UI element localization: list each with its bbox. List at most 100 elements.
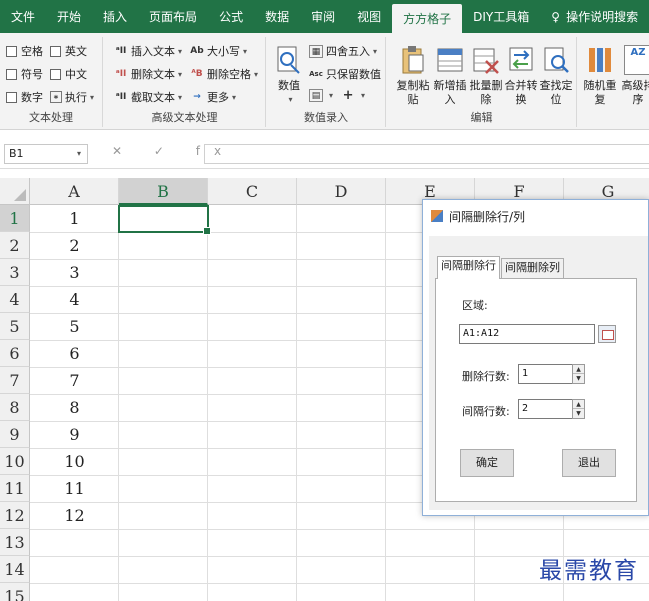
add-insert-button[interactable]: 新增插 入 (430, 39, 470, 107)
tab-data[interactable]: 数据 (254, 0, 300, 33)
ok-button[interactable]: 确定 (460, 449, 514, 477)
dialog-body: 间隔删除行 间隔删除列 区域: A1:A12 删除行数: 1 ▲ ▼ 间隔行数: … (429, 236, 648, 510)
tab-formulas[interactable]: 公式 (208, 0, 254, 33)
cell-a12[interactable]: 12 (30, 502, 119, 529)
tab-review[interactable]: 审阅 (300, 0, 346, 33)
range-picker-icon[interactable] (598, 325, 616, 343)
chevron-down-icon[interactable]: ▾ (329, 91, 333, 100)
interval-rows-input[interactable]: 2 (518, 399, 573, 419)
interval-rows-spinner[interactable]: ▲ ▼ (572, 399, 585, 419)
column-header-c[interactable]: C (208, 178, 297, 205)
numeric-value-label: 数值 (278, 79, 300, 92)
check-english[interactable]: 英文 (50, 43, 87, 59)
batch-delete-button[interactable]: 批量删 除 (466, 39, 506, 107)
delete-space-button[interactable]: ᴬB 删除空格 ▾ (190, 66, 258, 82)
chevron-down-icon: ▾ (90, 92, 95, 102)
cell-a2[interactable]: 2 (30, 232, 119, 259)
row-header-1[interactable]: 1 (0, 205, 30, 232)
checkbox-icon (6, 45, 17, 57)
check-chinese[interactable]: 中文 (50, 66, 87, 82)
round-button[interactable]: ▦ 四舍五入 ▾ (309, 43, 377, 59)
more-button[interactable]: → 更多 ▾ (190, 89, 236, 105)
row-header-4[interactable]: 4 (0, 286, 30, 313)
tab-fangfang[interactable]: 方方格子 (392, 4, 463, 33)
advanced-sort-button[interactable]: AZ 高级排 序 (618, 39, 649, 107)
name-box[interactable]: B1 ▾ (4, 144, 88, 164)
advanced-sort-label-1: 高级排 (621, 79, 649, 92)
spin-up-icon[interactable]: ▲ (573, 365, 584, 374)
row-header-2[interactable]: 2 (0, 232, 30, 259)
check-digit[interactable]: 数字 (6, 89, 43, 105)
group-label-numeric-entry: 数值录入 (304, 111, 348, 124)
cell-a8[interactable]: 8 (30, 394, 119, 421)
row-header-9[interactable]: 9 (0, 421, 30, 448)
delete-rows-spinner[interactable]: ▲ ▼ (572, 364, 585, 384)
extract-text-button[interactable]: ᵃII 截取文本 ▾ (114, 89, 182, 105)
exit-button[interactable]: 退出 (562, 449, 616, 477)
group-edit: 复制粘 贴 新增插 入 批量删 除 合并转 换 查找定 位 编辑 (387, 37, 577, 127)
cell-a10[interactable]: 10 (30, 448, 119, 475)
cell-a3[interactable]: 3 (30, 259, 119, 286)
random-repeat-button[interactable]: 随机重 复 (580, 39, 620, 107)
merge-convert-button[interactable]: 合并转 换 (501, 39, 541, 107)
plus-icon[interactable]: + (341, 89, 355, 102)
case-label: 大小写 (207, 45, 240, 58)
row-header-11[interactable]: 11 (0, 475, 30, 502)
row-header-10[interactable]: 10 (0, 448, 30, 475)
row-header-3[interactable]: 3 (0, 259, 30, 286)
column-header-b[interactable]: B (119, 178, 208, 205)
tab-page-layout[interactable]: 页面布局 (138, 0, 208, 33)
case-button[interactable]: Ab 大小写 ▾ (190, 43, 247, 59)
table-icon[interactable]: ▤ (309, 89, 323, 102)
column-header-d[interactable]: D (297, 178, 386, 205)
group-advanced-text: ᵃII 插入文本 ▾ Ab 大小写 ▾ ᵃII 删除文本 ▾ ᴬB 删除空格 ▾ ᵃII 截取文本… (104, 37, 266, 127)
select-all-corner[interactable] (0, 178, 30, 205)
delete-rows-input[interactable]: 1 (518, 364, 573, 384)
numeric-value-button[interactable]: 数值 ▾ (271, 39, 307, 107)
tab-delete-columns[interactable]: 间隔删除列 (501, 258, 564, 278)
row-header-6[interactable]: 6 (0, 340, 30, 367)
execute-button[interactable]: ⁎ 执行 ▾ (50, 89, 94, 105)
chevron-down-icon[interactable]: ▾ (77, 145, 81, 163)
formula-input[interactable] (204, 144, 649, 164)
keep-values-button[interactable]: Asc 只保留数值 (309, 66, 381, 82)
tab-file[interactable]: 文件 (0, 0, 46, 33)
tab-diy-toolbox[interactable]: DIY工具箱 (462, 0, 540, 33)
cell-a4[interactable]: 4 (30, 286, 119, 313)
tab-tell-me[interactable]: ♀ 操作说明搜索 (540, 0, 649, 33)
cell-a9[interactable]: 9 (30, 421, 119, 448)
copy-paste-button[interactable]: 复制粘 贴 (393, 39, 433, 107)
chevron-down-icon[interactable]: ▾ (361, 91, 365, 100)
name-box-value: B1 (9, 147, 24, 160)
check-symbol[interactable]: 符号 (6, 66, 43, 82)
tab-view[interactable]: 视图 (346, 0, 392, 33)
row-header-5[interactable]: 5 (0, 313, 30, 340)
row-header-12[interactable]: 12 (0, 502, 30, 529)
column-header-a[interactable]: A (30, 178, 119, 205)
cell-a11[interactable]: 11 (30, 475, 119, 502)
insert-text-button[interactable]: ᵃII 插入文本 ▾ (114, 43, 182, 59)
spin-up-icon[interactable]: ▲ (573, 400, 584, 409)
active-cell-b1[interactable] (118, 205, 211, 235)
row-header-14[interactable]: 14 (0, 556, 30, 583)
tab-home[interactable]: 开始 (46, 0, 92, 33)
tab-delete-rows[interactable]: 间隔删除行 (437, 256, 500, 279)
cell-a7[interactable]: 7 (30, 367, 119, 394)
cell-a6[interactable]: 6 (30, 340, 119, 367)
range-input[interactable]: A1:A12 (459, 324, 595, 344)
find-locate-button[interactable]: 查找定 位 (536, 39, 576, 107)
checkbox-icon (50, 68, 61, 80)
row-header-15[interactable]: 15 (0, 583, 30, 601)
check-space[interactable]: 空格 (6, 43, 43, 59)
row-header-13[interactable]: 13 (0, 529, 30, 556)
row-header-7[interactable]: 7 (0, 367, 30, 394)
spin-down-icon[interactable]: ▼ (573, 374, 584, 383)
spin-down-icon[interactable]: ▼ (573, 409, 584, 418)
delete-text-button[interactable]: ᵃII 删除文本 ▾ (114, 66, 182, 82)
row-header-8[interactable]: 8 (0, 394, 30, 421)
tab-insert[interactable]: 插入 (92, 0, 138, 33)
sort-az-icon: AZ (624, 45, 649, 75)
cell-a1[interactable]: 1 (30, 205, 119, 232)
dialog-title-bar[interactable]: 间隔删除行/列 (423, 200, 648, 232)
cell-a5[interactable]: 5 (30, 313, 119, 340)
